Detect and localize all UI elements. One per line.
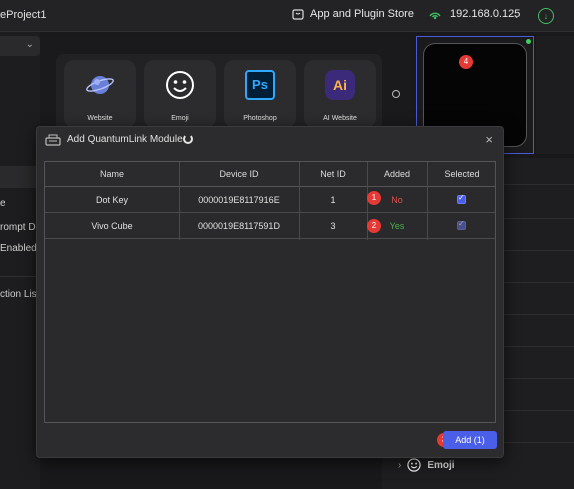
tile-label: Photoshop [243,115,277,122]
table-row[interactable]: Dot Key 0000019E8117916E 1 No [45,187,495,213]
cell-net-id: 1 [330,195,336,205]
dialog-header: Add QuantumLink Module × [37,127,503,153]
column-header-selected[interactable]: Selected [427,169,497,179]
close-icon[interactable]: × [485,132,493,147]
ai-icon: Ai [325,70,355,100]
select-checkbox[interactable] [457,219,466,230]
tile-label: Website [87,115,113,122]
annotation-badge: 4 [459,55,473,69]
loading-spinner-icon [183,134,193,144]
status-dot [526,39,531,44]
left-dropdown[interactable]: ⌄ [0,36,40,56]
ip-address: 192.168.0.125 [450,8,521,20]
annotation-badge: 1 [367,191,381,205]
select-checkbox[interactable] [457,193,466,204]
signal-icon [429,12,441,20]
tile-ai-website[interactable]: Ai AI Website [304,60,376,128]
list-item-label: Emoji [427,459,455,471]
smiley-icon [166,71,194,99]
left-section-header [0,166,40,188]
tile-label: AI Website [323,115,357,122]
globe-icon [86,76,114,94]
app-window: eProject1 App and Plugin Store 192.168.0… [0,0,574,489]
cell-name: Dot Key [95,195,128,205]
list-item-emoji[interactable]: › Emoji [398,458,455,472]
cell-name: Vivo Cube [91,221,133,231]
tile-photoshop[interactable]: Ps Photoshop [224,60,296,128]
column-header-added[interactable]: Added [367,169,427,179]
tile-emoji[interactable]: Emoji [144,60,216,128]
cell-device-id: 0000019E8117916E [198,195,280,205]
cell-device-id: 0000019E8117591D [198,221,280,231]
divider [0,276,40,277]
chevron-right-icon: › [398,459,402,471]
annotation-badge: 2 [367,219,381,233]
left-item: ction List [0,289,40,300]
add-button[interactable]: Add (1) [443,431,497,449]
module-icon [45,134,61,146]
download-icon[interactable]: ↓ [538,8,554,24]
smiley-icon [407,458,421,472]
column-header-device-id[interactable]: Device ID [179,169,299,179]
app-store-button[interactable]: App and Plugin Store [292,8,414,20]
dialog-title: Add QuantumLink Module [67,134,183,145]
table-row[interactable]: Vivo Cube 0000019E8117591D 3 Yes [45,213,495,239]
title-bar: eProject1 App and Plugin Store 192.168.0… [0,0,574,32]
photoshop-icon: Ps [245,70,275,100]
left-item: e [0,198,6,209]
project-title: eProject1 [0,9,47,21]
left-panel [0,32,40,489]
left-item: Enabled [0,243,37,254]
tile-label: Emoji [171,115,189,122]
chevron-down-icon[interactable]: ⌄ [512,8,521,21]
chevron-down-icon: ⌄ [25,39,34,50]
add-module-dialog: Add QuantumLink Module × Name Device ID … [36,126,504,458]
store-label: App and Plugin Store [310,8,414,20]
page-indicator[interactable] [392,90,400,98]
cell-net-id: 3 [330,221,336,231]
connection-status[interactable]: 192.168.0.125 [428,8,520,20]
column-header-name[interactable]: Name [45,169,179,179]
column-header-net-id[interactable]: Net ID [299,169,367,179]
tile-website[interactable]: Website [64,60,136,128]
store-icon [292,9,304,20]
right-panel-top [536,36,574,154]
device-table: Name Device ID Net ID Added Selected Dot… [44,161,496,423]
